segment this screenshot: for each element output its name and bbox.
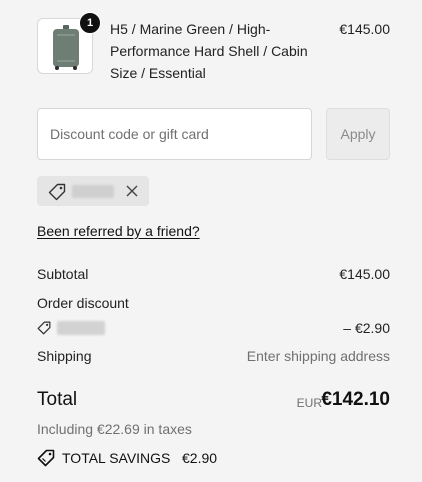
discount-code-row: – €2.90	[37, 318, 390, 338]
product-title: H5 / Marine Green / High-Performance Har…	[110, 21, 308, 81]
currency-code: EUR	[296, 396, 322, 410]
total-savings-value: €2.90	[182, 450, 218, 466]
total-savings-label: TOTAL SAVINGS	[62, 450, 171, 466]
applied-discount-chip	[37, 176, 149, 206]
quantity-badge: 1	[79, 12, 101, 34]
shipping-row: Shipping Enter shipping address	[37, 346, 390, 366]
order-discount-row: Order discount	[37, 293, 390, 313]
apply-button[interactable]: Apply	[326, 108, 390, 160]
shipping-label: Shipping	[37, 348, 92, 364]
tag-icon	[48, 183, 66, 201]
savings-tag-icon	[37, 449, 55, 467]
order-discount-label: Order discount	[37, 295, 129, 311]
subtotal-label: Subtotal	[37, 266, 89, 282]
redacted-code	[72, 185, 114, 198]
suitcase-icon	[53, 25, 79, 70]
total-label: Total	[37, 389, 78, 410]
close-icon[interactable]	[126, 185, 138, 197]
subtotal-row: Subtotal €145.00	[37, 264, 390, 284]
redacted-code	[57, 321, 105, 335]
discount-code-input[interactable]	[37, 108, 312, 160]
product-price: €145.00	[339, 21, 390, 37]
line-item: 1 H5 / Marine Green / High-Performance H…	[37, 12, 390, 81]
referral-link[interactable]: Been referred by a friend?	[37, 223, 200, 239]
tag-icon	[37, 321, 51, 335]
taxes-note: Including €22.69 in taxes	[37, 421, 192, 437]
total-value: €142.10	[321, 389, 390, 410]
subtotal-value: €145.00	[339, 266, 390, 282]
shipping-value: Enter shipping address	[246, 348, 390, 364]
discount-amount: – €2.90	[343, 320, 390, 336]
